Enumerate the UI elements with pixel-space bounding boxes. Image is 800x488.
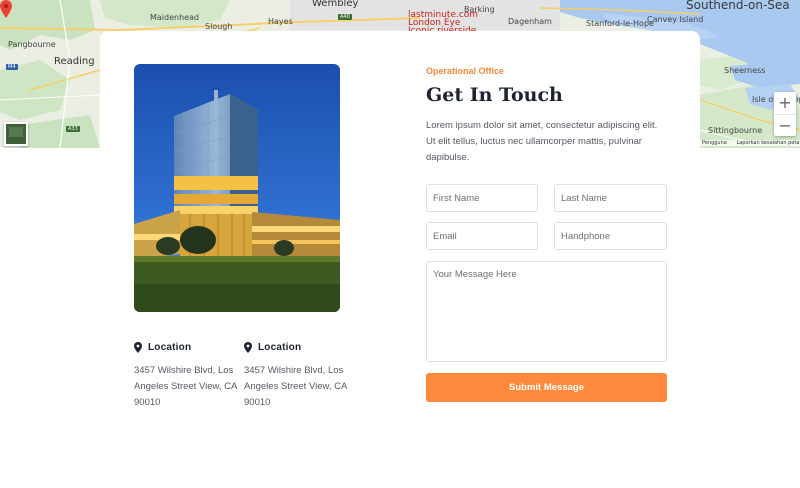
road-shield: A40 (338, 14, 352, 20)
email-input[interactable] (426, 222, 538, 250)
office-building-photo (134, 64, 340, 312)
map-label-stanford: Stanford-le-Hope (586, 19, 654, 28)
map-label-hayes: Hayes (268, 17, 293, 26)
last-name-input[interactable] (554, 184, 667, 212)
location-pin-icon (134, 341, 142, 353)
zoom-out-button[interactable]: − (774, 114, 796, 136)
intro-text: Lorem ipsum dolor sit amet, consectetur … (426, 120, 658, 163)
location-block: Location 3457 Wilshire Blvd, Los Angeles… (134, 340, 244, 411)
location-address: 3457 Wilshire Blvd, Los Angeles Street V… (134, 365, 237, 408)
map-label-southend: Southend-on-Sea (686, 0, 790, 12)
page-title: Get In Touch (426, 84, 563, 106)
location-title: Location (258, 341, 302, 353)
map-label-pangbourne: Pangbourne (8, 40, 56, 49)
attribution-terms[interactable]: Pengguna (702, 140, 727, 146)
road-shield: M4 (6, 64, 18, 70)
section-eyebrow: Operational Office (426, 66, 505, 76)
zoom-controls: + − (774, 92, 796, 136)
map-label-reading: Reading (54, 56, 95, 67)
map-label-dagenham: Dagenham (508, 17, 552, 26)
map-label-maidenhead: Maidenhead (150, 13, 200, 22)
road-shield: A33 (66, 126, 80, 132)
location-pin-icon (244, 341, 252, 353)
first-name-input[interactable] (426, 184, 538, 212)
map-label-sheerness: Sheerness (724, 66, 766, 75)
zoom-in-button[interactable]: + (774, 92, 796, 114)
map-marker-icon[interactable] (0, 0, 12, 18)
message-textarea[interactable] (426, 261, 667, 362)
map-label-sittingbourne: Sittingbourne (708, 126, 763, 135)
map-label-slough: Slough (205, 22, 233, 31)
map-type-toggle[interactable] (4, 122, 28, 146)
map-label-wembley: Wembley (312, 0, 359, 9)
phone-input[interactable] (554, 222, 667, 250)
location-block: Location 3457 Wilshire Blvd, Los Angeles… (244, 340, 354, 411)
map-attribution: Pengguna Laporkan kesalahan peta (700, 140, 800, 146)
attribution-report[interactable]: Laporkan kesalahan peta (736, 140, 799, 146)
submit-message-button[interactable]: Submit Message (426, 373, 667, 402)
map-label-canvey: Canvey Island (647, 15, 704, 24)
location-address: 3457 Wilshire Blvd, Los Angeles Street V… (244, 365, 347, 408)
location-title: Location (148, 341, 192, 353)
